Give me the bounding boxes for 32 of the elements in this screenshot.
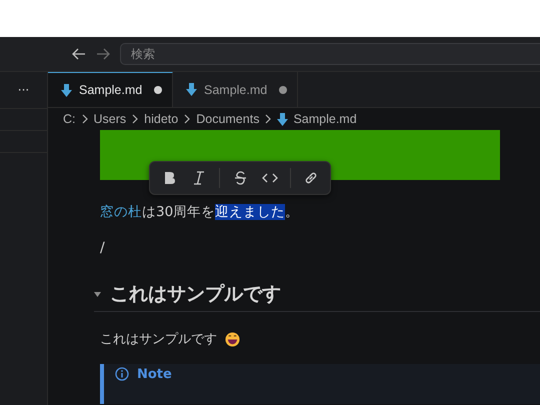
more-actions-button[interactable]: ···	[0, 72, 47, 109]
slash-text: /	[100, 240, 106, 256]
paragraph: 窓の杜は30周年を迎えました。	[100, 203, 300, 221]
chevron-right-icon	[183, 114, 192, 124]
info-icon	[115, 367, 129, 381]
collapse-caret-icon[interactable]	[94, 292, 101, 296]
markdown-file-icon	[186, 83, 197, 96]
chevron-right-icon	[131, 114, 140, 124]
link-icon	[303, 170, 319, 186]
heading: これはサンプルです	[110, 282, 281, 307]
markdown-file-icon	[277, 112, 288, 126]
bold-icon	[164, 172, 174, 184]
grinning-emoji-icon	[225, 332, 240, 346]
tab-label: Sample.md	[79, 83, 142, 97]
tab-label: Sample.md	[204, 82, 268, 96]
forward-arrow-icon[interactable]	[96, 48, 110, 60]
chevron-right-icon	[264, 114, 272, 124]
editor-tab[interactable]: Sample.md	[48, 72, 173, 107]
search-field[interactable]: 検索	[120, 43, 540, 65]
strikethrough-icon	[234, 171, 246, 185]
markdown-file-icon	[61, 84, 72, 96]
code-icon	[262, 173, 278, 183]
body-text: これはサンプルです	[100, 331, 217, 348]
breadcrumb-item[interactable]: Users	[94, 112, 126, 126]
breadcrumb-item[interactable]: hideto	[144, 112, 178, 126]
breadcrumb-item[interactable]: Documents	[196, 112, 260, 126]
chevron-right-icon	[80, 114, 88, 124]
breadcrumb-item[interactable]: C:	[63, 112, 76, 126]
callout-title: Note	[137, 367, 172, 382]
breadcrumb-item[interactable]: Sample.md	[293, 112, 357, 126]
italic-icon	[193, 171, 205, 185]
back-arrow-icon[interactable]	[72, 48, 86, 60]
